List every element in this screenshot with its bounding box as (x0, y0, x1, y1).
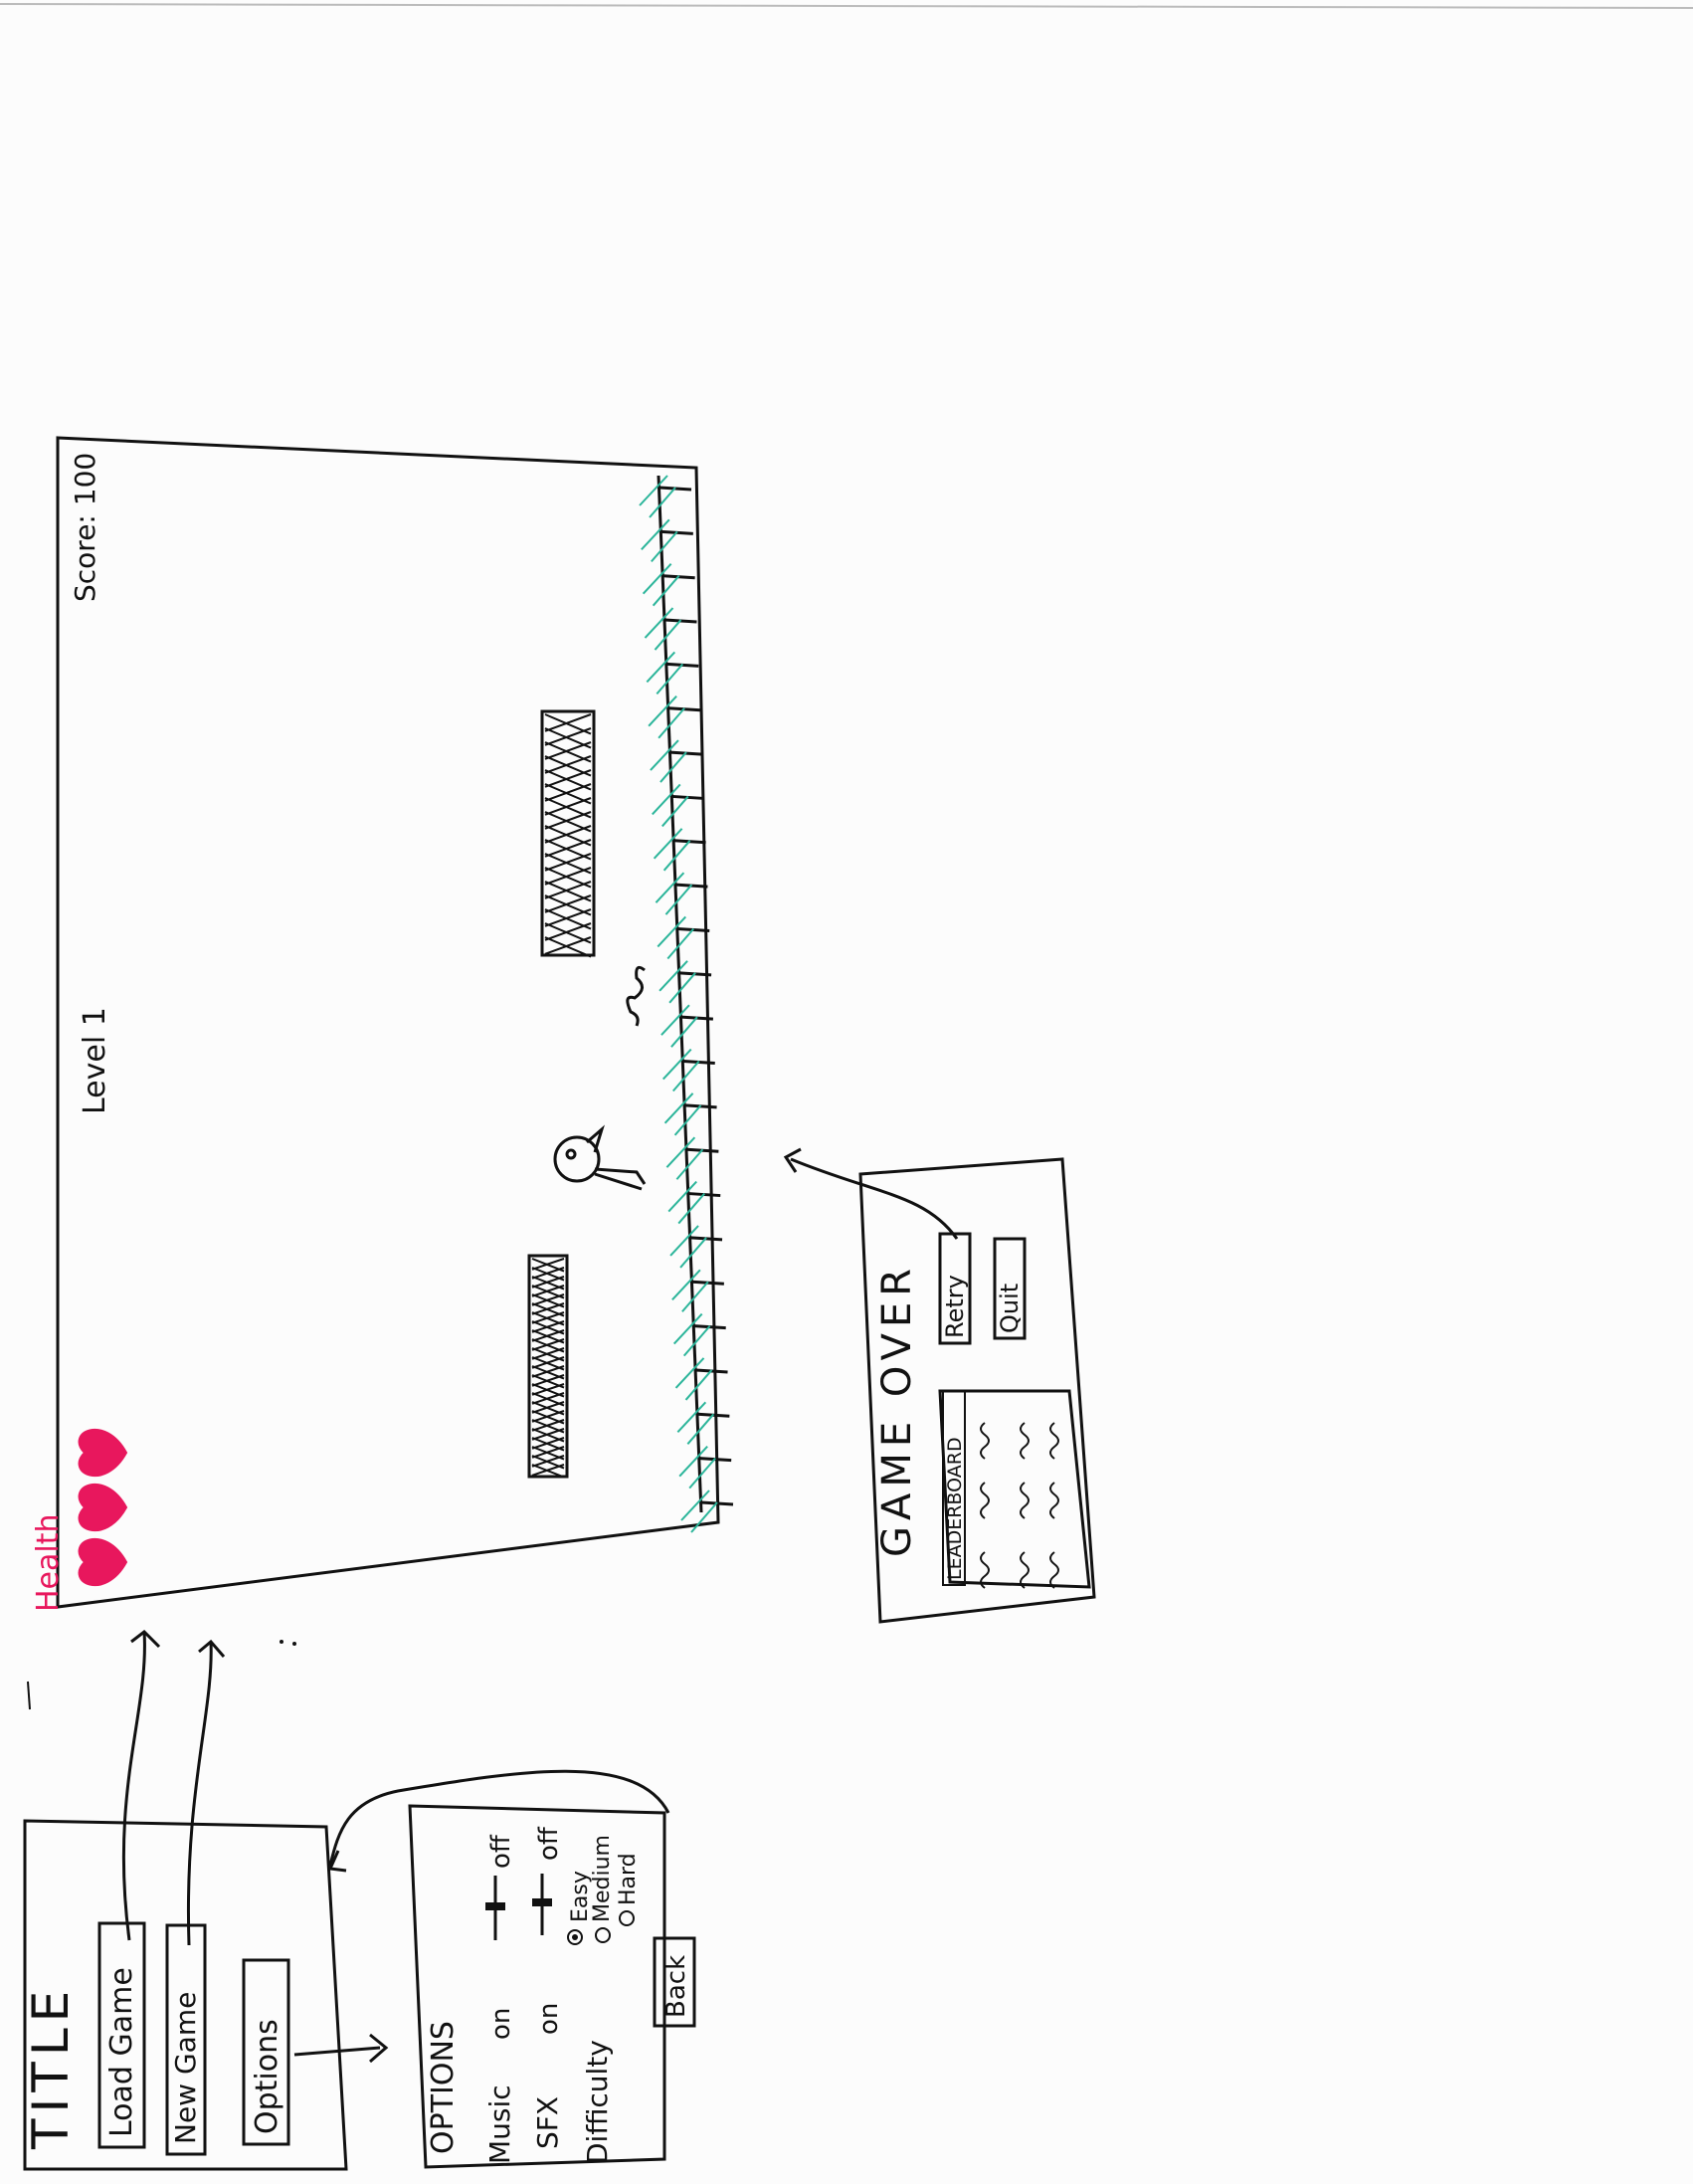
sfx-off-label: off (534, 1826, 564, 1861)
leaderboard-panel: LEADERBOARD (938, 1389, 1091, 1589)
heart-icon (78, 1429, 128, 1477)
difficulty-medium-label: Medium (590, 1835, 615, 1922)
platform-bottom (527, 1254, 569, 1479)
leaderboard-entry-scribble (1049, 1422, 1059, 1460)
options-label: Options (250, 2019, 284, 2134)
new-game-button[interactable]: New Game (165, 1923, 207, 2156)
title-text: TITLE (22, 1985, 80, 2150)
leaderboard-entry-scribble (980, 1482, 990, 1519)
platform-top (540, 709, 596, 958)
enemy-worm (626, 965, 646, 1027)
options-button[interactable]: Options (242, 1958, 290, 2146)
leaderboard-entry-scribble (1020, 1482, 1030, 1519)
new-game-to-game-arrow (186, 1641, 213, 1946)
wireframe-sketch: Level 1 Score: 100 Health TITLE Load Gam… (0, 3, 1693, 2171)
flow-arrows (121, 1147, 959, 2064)
music-off-label: off (486, 1834, 516, 1869)
leaderboard-entry-scribble (1049, 1551, 1059, 1589)
player-character (553, 1124, 647, 1191)
heart-icon (78, 1538, 128, 1586)
quit-button[interactable]: Quit (993, 1237, 1027, 1340)
stray-dot (280, 1640, 283, 1644)
sfx-toggle-knob[interactable] (532, 1898, 552, 1906)
load-game-to-game-arrow (121, 1631, 146, 1941)
load-game-button[interactable]: Load Game (97, 1921, 146, 2149)
options-heading: OPTIONS (426, 2021, 461, 2154)
health-label: Health (31, 1513, 66, 1612)
music-on-label: on (486, 2008, 516, 2040)
stray-dot (292, 1642, 296, 1646)
health-hearts (78, 1429, 128, 1586)
leaderboard-entry-scribble (1020, 1551, 1030, 1589)
leaderboard-entry-scribble (980, 1422, 990, 1460)
title-screen: TITLE Load Game New Game Options (22, 1819, 348, 2171)
level-label: Level 1 (78, 1007, 112, 1114)
sketch-sheet: Level 1 Score: 100 Health TITLE Load Gam… (0, 0, 1693, 2184)
music-toggle-knob[interactable] (485, 1902, 505, 1910)
ground-line (657, 475, 703, 1513)
difficulty-label: Difficulty (581, 2040, 614, 2164)
new-game-label: New Game (169, 1992, 202, 2144)
retry-to-game-arrow (790, 1157, 959, 1240)
music-label: Music (483, 2085, 516, 2164)
game-over-heading: GAME OVER (874, 1263, 920, 1557)
heart-icon (78, 1484, 128, 1531)
leaderboard-entry-scribble (1049, 1482, 1059, 1519)
quit-label: Quit (996, 1284, 1024, 1333)
game-over-screen: GAME OVER LEADERBOARD Retry Quit (858, 1157, 1096, 1624)
leaderboard-entry-scribble (1020, 1422, 1030, 1460)
difficulty-medium-radio[interactable]: Medium (590, 1835, 615, 1943)
options-screen: OPTIONS Music on off SFX on off Difficul… (408, 1804, 696, 2169)
retry-button[interactable]: Retry (938, 1232, 972, 1345)
options-to-options-screen-arrow (293, 2046, 381, 2057)
difficulty-hard-radio[interactable]: Hard (616, 1853, 641, 1926)
sfx-on-label: on (534, 2003, 564, 2035)
back-label: Back (661, 1955, 691, 2018)
retry-label: Retry (941, 1275, 969, 1338)
back-button[interactable]: Back (653, 1936, 696, 2028)
stray-mark (27, 1681, 31, 1710)
leaderboard-label: LEADERBOARD (944, 1437, 966, 1580)
score-label: Score: 100 (69, 453, 101, 602)
sfx-label: SFX (531, 2096, 564, 2149)
grass-marks (639, 475, 718, 1533)
load-game-label: Load Game (104, 1967, 139, 2137)
difficulty-hard-label: Hard (616, 1853, 641, 1905)
leaderboard-entries (980, 1422, 1059, 1589)
ground-ticks (658, 486, 734, 1506)
game-screen: Level 1 Score: 100 Health (31, 436, 734, 1612)
